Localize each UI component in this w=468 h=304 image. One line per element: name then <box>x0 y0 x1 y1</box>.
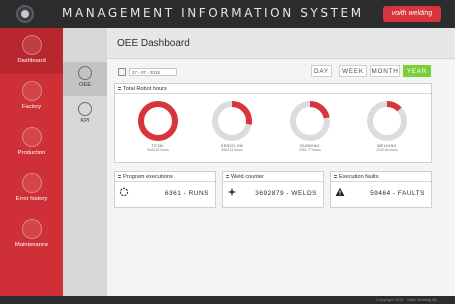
panel-title: Total Robot hours <box>123 86 167 92</box>
page-header: OEE Dashboard <box>107 28 455 59</box>
sidebar-item-dashboard[interactable]: Dashboard <box>0 28 63 74</box>
date-input[interactable]: 27 - 07 - 2015 <box>129 68 177 76</box>
subnav-item-label: KPI <box>80 118 90 124</box>
program-executions-panel: Program executions 6361 - RUNS <box>114 171 216 208</box>
sidebar-item-label: Dashboard <box>17 58 46 64</box>
panel-header: Total Robot hours <box>115 84 431 94</box>
sidebar-item-label: Factory <box>21 104 42 110</box>
gauge-icon <box>21 35 42 55</box>
drag-handle-icon <box>226 175 229 178</box>
donut-chart-icon <box>290 101 330 141</box>
panel-header: Execution faults <box>331 172 431 182</box>
app-logo-icon <box>16 5 34 23</box>
sub-navigation: OEE KPI <box>63 28 107 304</box>
sidebar-item-label: Production <box>17 150 46 156</box>
donut-hours: 2604.11 hours <box>221 148 243 152</box>
month-button[interactable]: MONTH <box>370 65 400 77</box>
donut-chart-icon <box>367 101 407 141</box>
donut-hours: 9446.52 hours <box>147 148 169 152</box>
warning-icon <box>21 173 42 193</box>
spinner-icon <box>119 187 129 197</box>
app-title: MANAGEMENT INFORMATION SYSTEM <box>62 6 364 20</box>
execution-faults-panel: Execution faults 59464 - FAULTS <box>330 171 432 208</box>
sidebar-item-error-history[interactable]: Error history <box>0 166 63 212</box>
sidebar: Dashboard Factory Production Error histo… <box>0 28 63 304</box>
panel-title: Program executions <box>123 174 173 180</box>
subnav-item-label: OEE <box>78 82 92 88</box>
spark-icon <box>227 187 237 197</box>
top-bar: MANAGEMENT INFORMATION SYSTEM voith weld… <box>0 0 455 28</box>
page-title: OEE Dashboard <box>117 38 190 49</box>
panel-header: Weld counter <box>223 172 323 182</box>
weld-counter-value: 3692879 - WELDS <box>255 190 317 197</box>
donut-hours: 1263.64 hours <box>376 148 398 152</box>
sidebar-item-production[interactable]: Production <box>0 120 63 166</box>
sidebar-item-label: Maintenance <box>14 242 49 248</box>
warning-icon <box>335 187 345 196</box>
donut-welding: WELDING 1263.64 hours <box>363 99 411 152</box>
brand-logo[interactable]: voith welding <box>383 6 441 22</box>
donut-chart-icon <box>138 101 178 141</box>
subnav-item-oee[interactable]: OEE <box>63 62 107 96</box>
panel-title: Weld counter <box>231 174 264 180</box>
gear-icon <box>21 127 42 147</box>
footer: Copyright 2015 - Voith Welding By <box>0 296 455 304</box>
year-button[interactable]: YEAR <box>403 65 431 77</box>
weld-counter-panel: Weld counter 3692879 - WELDS <box>222 171 324 208</box>
factory-icon <box>21 81 42 101</box>
wrench-icon <box>21 219 42 239</box>
sidebar-item-factory[interactable]: Factory <box>0 74 63 120</box>
panel-title: Execution faults <box>339 174 379 180</box>
sidebar-item-label: Error history <box>15 196 48 202</box>
calendar-icon[interactable] <box>118 68 126 76</box>
drag-handle-icon <box>334 175 337 178</box>
panel-header: Program executions <box>115 172 215 182</box>
program-executions-value: 6361 - RUNS <box>164 190 209 197</box>
donut-running: RUNNING 2061.77 hours <box>286 99 334 152</box>
day-button[interactable]: DAY <box>311 65 332 77</box>
kpi-icon <box>78 102 92 116</box>
donut-servo-on: SERVO-ON 2604.11 hours <box>208 99 256 152</box>
donut-chart-icon <box>212 101 252 141</box>
gauge-icon <box>78 66 92 80</box>
donut-total: TOTAL 9446.52 hours <box>134 99 182 152</box>
robot-hours-panel: Total Robot hours TOTAL 9446.52 hours SE… <box>114 83 432 163</box>
page-edge <box>455 0 468 304</box>
execution-faults-value: 59464 - FAULTS <box>370 190 425 197</box>
footer-copyright: Copyright 2015 - Voith Welding By <box>376 297 437 302</box>
donut-arc <box>138 101 178 141</box>
donut-hours: 2061.77 hours <box>299 148 321 152</box>
sidebar-item-maintenance[interactable]: Maintenance <box>0 212 63 258</box>
week-button[interactable]: WEEK <box>339 65 367 77</box>
drag-handle-icon <box>118 175 121 178</box>
subnav-item-kpi[interactable]: KPI <box>63 98 107 132</box>
drag-handle-icon <box>118 87 121 90</box>
